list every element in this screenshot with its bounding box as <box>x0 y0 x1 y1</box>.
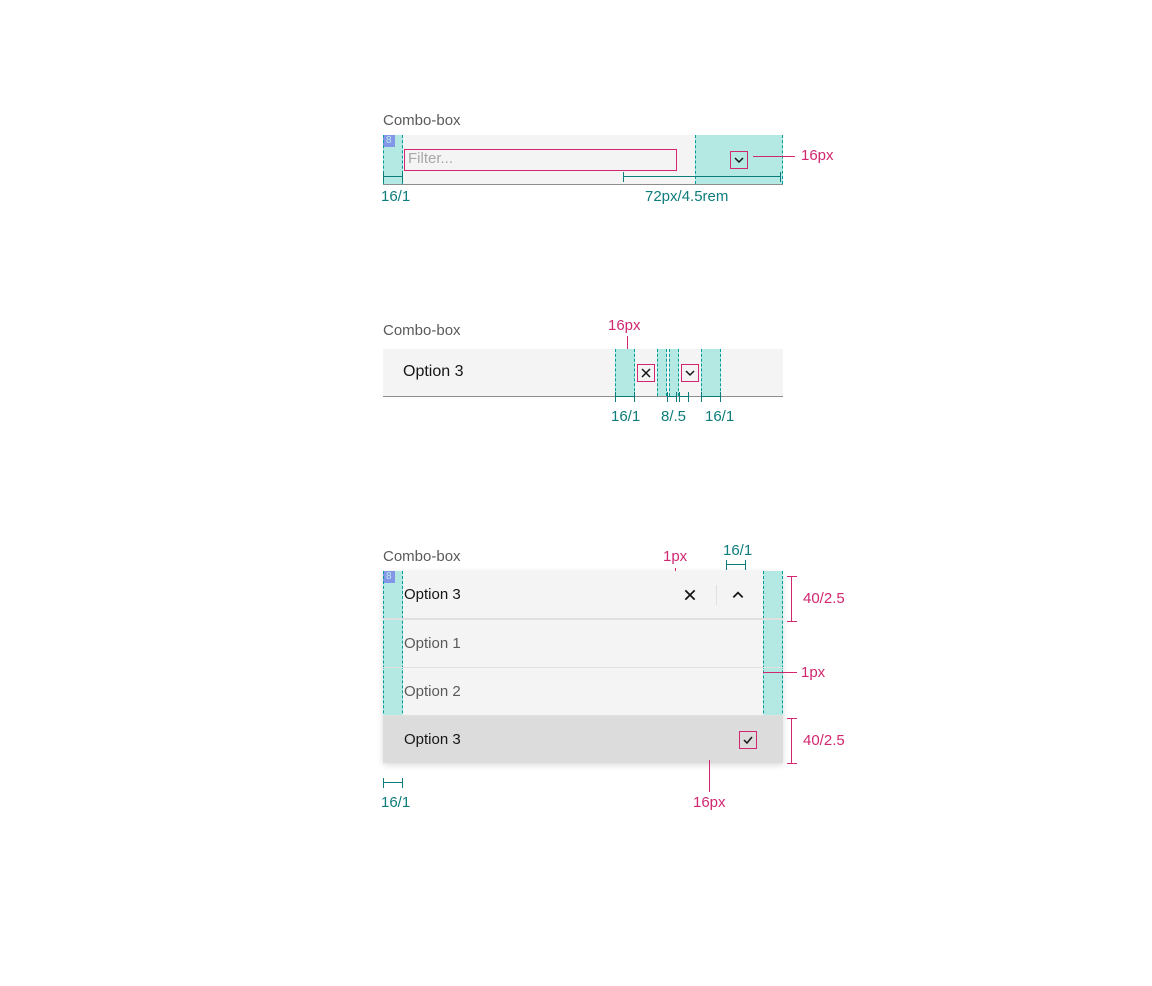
combobox-field[interactable]: Option 3 <box>383 349 783 397</box>
row-height-label-bottom: 40/2.5 <box>803 732 845 749</box>
option-label: Option 1 <box>383 635 461 652</box>
chevron-size-label: 16px <box>801 147 834 164</box>
menu-option[interactable]: Option 2 <box>383 667 783 715</box>
field-label: Combo-box <box>383 322 783 339</box>
pad-after-close <box>657 349 667 396</box>
close-icon[interactable] <box>637 364 655 382</box>
dim-top-right-label: 16/1 <box>723 542 752 559</box>
chevron-leader <box>753 156 795 157</box>
divider-annotation: 1px <box>801 664 825 681</box>
chevron-down-icon[interactable] <box>730 151 748 169</box>
filter-placeholder: Filter... <box>405 149 456 168</box>
selected-value: Option 3 <box>403 363 463 381</box>
dim-c <box>701 396 721 397</box>
dim-b-label: 8/.5 <box>661 408 686 425</box>
dim-c-label: 16/1 <box>705 408 734 425</box>
chevron-up-icon[interactable] <box>731 588 745 602</box>
dim-left-pad <box>383 176 403 177</box>
option-label: Option 3 <box>383 731 461 748</box>
close-size-label: 16px <box>608 317 641 334</box>
dim-b1 <box>667 396 677 397</box>
row-height-bracket-top <box>791 576 792 622</box>
pad-before-chevron <box>669 349 679 396</box>
menu-option[interactable]: Option 1 <box>383 619 783 667</box>
menu-option-selected[interactable]: Option 3 <box>383 715 783 763</box>
field-label: Combo-box <box>383 112 783 129</box>
spec-filter-combobox: Combo-box 8 Filter... 16/1 72px/4.5rem 1… <box>383 112 783 185</box>
dim-top-right <box>726 564 746 565</box>
dim-bottom-left-label: 16/1 <box>381 794 410 811</box>
pad-before-close <box>615 349 635 396</box>
close-icon[interactable] <box>683 588 697 602</box>
spec-selected-combobox: Combo-box 16px Option 3 16/1 8/.5 16/1 <box>383 322 783 397</box>
dim-left-label: 16/1 <box>381 188 410 205</box>
filter-input[interactable]: Filter... <box>404 149 677 171</box>
menu-header-value: Option 3 <box>383 586 461 603</box>
combobox-field[interactable]: 8 Filter... <box>383 135 783 185</box>
pad-after-chevron <box>701 349 721 396</box>
divider-leader <box>763 672 797 673</box>
checkmark-icon <box>739 731 757 749</box>
dim-right-pad <box>623 176 781 177</box>
menu-header: Option 3 <box>383 571 783 619</box>
check-size-label: 16px <box>693 794 726 811</box>
dim-right-label: 72px/4.5rem <box>645 188 728 205</box>
dim-a-label: 16/1 <box>611 408 640 425</box>
dim-bottom-left <box>383 782 403 783</box>
separator <box>716 585 717 605</box>
chevron-down-icon[interactable] <box>681 364 699 382</box>
check-leader <box>709 760 710 792</box>
dim-a <box>615 396 635 397</box>
row-height-bracket-bottom <box>791 718 792 764</box>
row-height-label-top: 40/2.5 <box>803 590 845 607</box>
dim-b2 <box>679 396 689 397</box>
spec-open-combobox: Combo-box 1px 16/1 8 Option 3 Option 1 O… <box>383 548 783 763</box>
combobox-menu: 8 Option 3 Option 1 Option 2 Option 3 <box>383 571 783 763</box>
border-annotation: 1px <box>663 548 687 565</box>
option-label: Option 2 <box>383 683 461 700</box>
